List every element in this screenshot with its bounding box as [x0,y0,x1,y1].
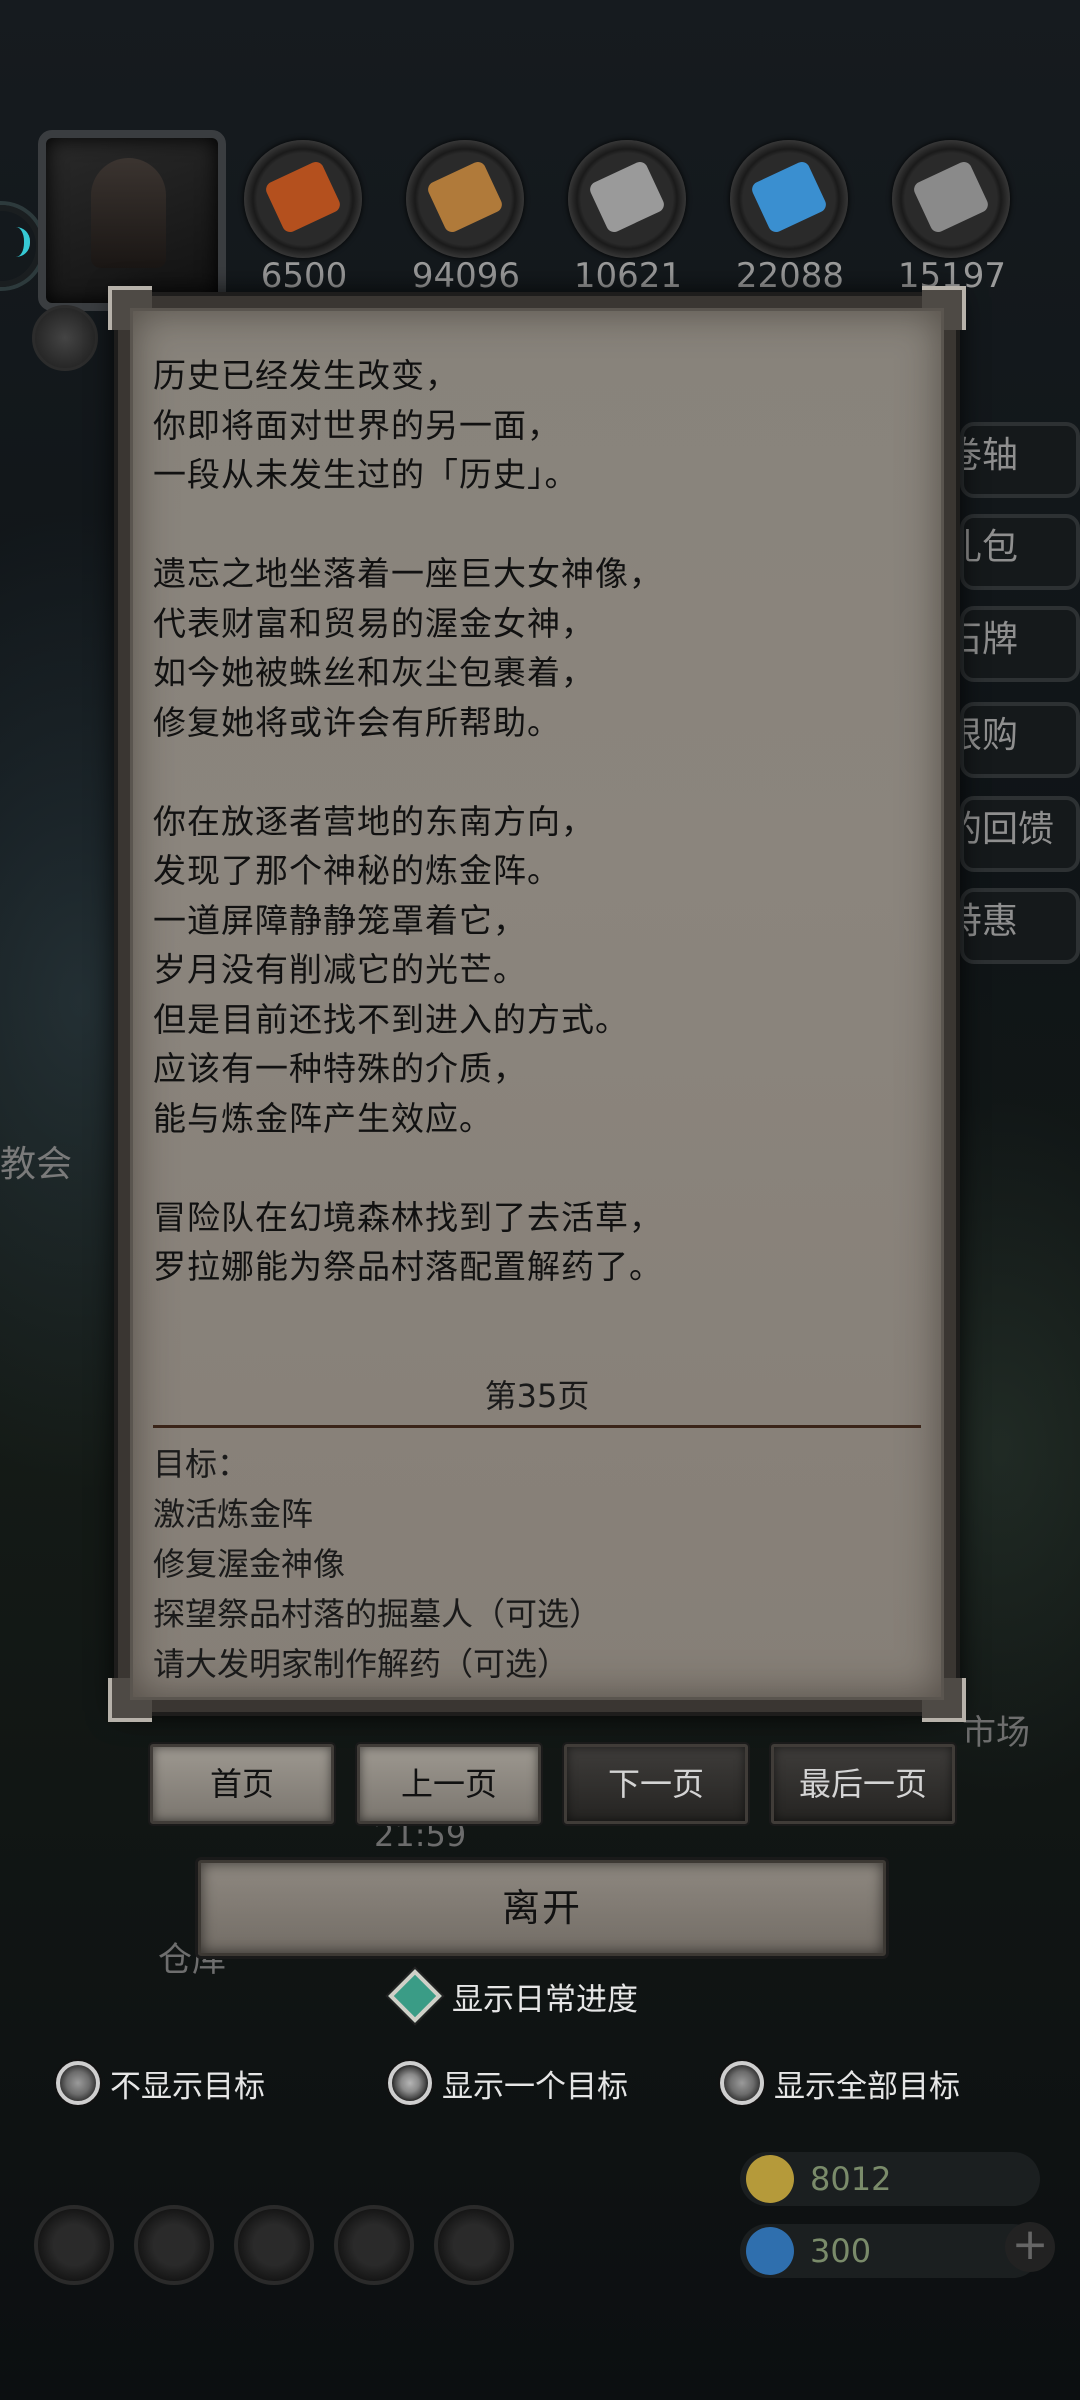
menu-special-offer[interactable]: 特惠 [960,888,1080,964]
crystal-count: 22088 [735,256,845,296]
story-line: 发现了那个神秘的炼金阵。 [153,851,561,890]
story-line [153,500,933,550]
radio-button-selected-icon[interactable] [388,2061,432,2105]
parchment-page[interactable]: 历史已经发生改变， 你即将面对世界的另一面， 一段从未发生过的「历史」。 遗忘之… [130,308,944,1700]
inventory-icon[interactable] [434,2205,514,2285]
page-number: 第35页 [484,1377,590,1415]
diamond-checkbox-icon[interactable] [388,1969,442,2023]
story-line: 如今她被蛛丝和灰尘包裹着， [153,653,595,692]
gem-amount: 300 [810,2232,872,2270]
gold-coin-icon [746,2155,794,2203]
guild-icon[interactable] [134,2205,214,2285]
show-one-goal-option[interactable]: 显示一个目标 [388,2055,628,2111]
meat-count: 6500 [260,256,348,296]
story-line: 岁月没有削减它的光芒。 [153,950,527,989]
stone-icon[interactable] [568,140,686,258]
settings-icon[interactable] [34,2205,114,2285]
story-line: 但是目前还找不到进入的方式。 [153,999,629,1039]
leave-button[interactable]: 离开 [198,1860,886,1956]
scroll-icon[interactable] [32,305,98,371]
menu-stone-tablet[interactable]: 石牌 [960,606,1080,682]
stone-count: 10621 [573,256,683,296]
goals-list: 目标： 激活炼金阵 修复渥金神像 探望祭品村落的掘墓人（可选） 请大发明家制作解… [153,1439,933,1689]
map-icon[interactable] [234,2205,314,2285]
daily-progress-toggle[interactable]: 显示日常进度 [388,1969,638,2023]
market-label[interactable]: 市场 [962,1705,1030,1754]
hide-goals-label: 不显示目标 [110,2068,265,2105]
story-line: 历史已经发生改变， [153,356,459,395]
radio-button-icon[interactable] [720,2061,764,2105]
story-line: 你即将面对世界的另一面， [153,405,561,445]
mail-icon[interactable] [334,2205,414,2285]
radio-button-icon[interactable] [56,2061,100,2105]
next-page-button[interactable]: 下一页 [564,1744,748,1824]
story-line: 一段从未发生过的「历史」。 [153,455,579,494]
story-line: 修复她将或许会有所帮助。 [153,702,561,742]
first-page-button[interactable]: 首页 [150,1744,334,1824]
gem-icon [746,2227,794,2275]
story-line: 遗忘之地坐落着一座巨大女神像， [153,554,663,593]
show-all-goals-option[interactable]: 显示全部目标 [720,2055,960,2111]
show-all-goals-label: 显示全部目标 [774,2068,960,2105]
iron-icon[interactable] [892,140,1010,258]
divider [153,1425,921,1428]
goals-title: 目标： [153,1445,250,1483]
goal-item: 修复渥金神像 [153,1545,346,1583]
menu-scroll[interactable]: 卷轴 [960,422,1080,498]
story-line: 你在放逐者营地的东南方向， [153,801,595,841]
story-dialog: 历史已经发生改变， 你即将面对世界的另一面， 一段从未发生过的「历史」。 遗忘之… [108,286,966,1722]
story-line: 一道屏障静静笼罩着它， [153,900,527,940]
meat-icon[interactable] [244,140,362,258]
gold-display: 8012 [740,2152,1040,2206]
prev-page-button[interactable]: 上一页 [357,1744,541,1824]
story-line: 能与炼金阵产生效应。 [153,1098,493,1138]
menu-gift-pack[interactable]: 礼包 [960,514,1080,590]
goal-item: 探望祭品村落的掘墓人（可选） [153,1595,602,1633]
goal-item: 激活炼金阵 [153,1495,314,1533]
gem-display: 300 [740,2224,1040,2278]
last-page-button[interactable]: 最后一页 [771,1744,955,1824]
menu-reward[interactable]: 的回馈 [960,796,1080,872]
show-one-goal-label: 显示一个目标 [442,2068,628,2105]
menu-limited-offer[interactable]: 限购 [960,702,1080,778]
crystal-icon[interactable] [730,140,848,258]
story-line: 应该有一种特殊的介质， [153,1049,527,1088]
wood-count: 94096 [411,256,521,296]
story-line: 冒险队在幻境森林找到了去活草， [153,1197,663,1237]
avatar[interactable] [38,130,226,311]
story-line: 罗拉娜能为祭品村落配置解药了。 [153,1247,663,1286]
story-line [153,747,933,797]
story-line [153,1143,933,1193]
gold-amount: 8012 [810,2160,892,2198]
hide-goals-option[interactable]: 不显示目标 [56,2055,265,2111]
daily-progress-label: 显示日常进度 [452,1981,638,2018]
goal-item: 请大发明家制作解药（可选） [153,1645,570,1683]
add-currency-button[interactable]: + [1005,2222,1055,2272]
story-text: 历史已经发生改变， 你即将面对世界的另一面， 一段从未发生过的「历史」。 遗忘之… [153,351,933,1292]
church-label[interactable]: 教会 [0,1135,72,1187]
story-line: 代表财富和贸易的渥金女神， [153,603,595,643]
wood-icon[interactable] [406,140,524,258]
